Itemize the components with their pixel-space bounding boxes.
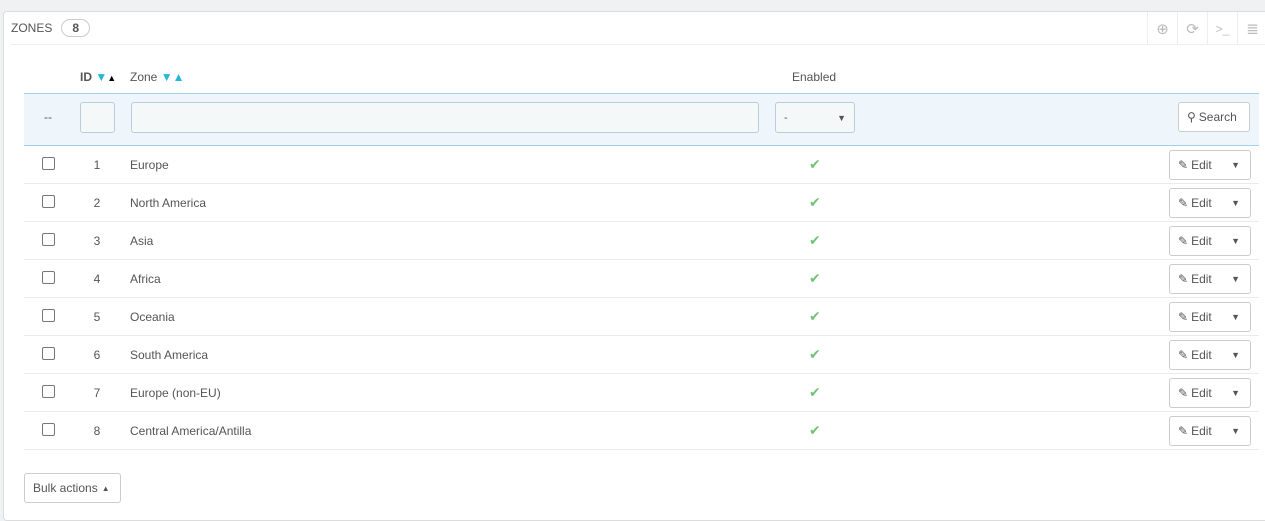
pencil-icon: ✎ [1178,158,1189,172]
row-zone: North America [130,196,207,210]
pencil-icon: ✎ [1178,386,1189,400]
filter-dash: -- [44,110,52,124]
export-database-icon[interactable]: ≣ [1237,12,1265,45]
edit-button[interactable]: ✎ Edit ▼ [1169,264,1251,294]
row-checkbox[interactable] [42,423,55,436]
caret-down-icon[interactable]: ▼ [1231,312,1240,322]
sql-query-icon[interactable]: >_ [1207,12,1237,45]
edit-button[interactable]: ✎ Edit ▼ [1169,340,1251,370]
check-icon[interactable]: ✔ [809,194,821,211]
sort-desc-icon[interactable]: ▼▲ [161,70,185,84]
search-button[interactable]: ⚲ Search [1178,102,1250,132]
table-row: 7 Europe (non-EU) ✔ ✎ Edit ▼ [24,374,1259,412]
row-checkbox[interactable] [42,347,55,360]
edit-button[interactable]: ✎ Edit ▼ [1169,302,1251,332]
row-id: 4 [93,272,101,286]
caret-down-icon[interactable]: ▼ [1231,236,1240,246]
row-zone: Asia [130,234,154,248]
row-id: 5 [93,310,101,324]
row-checkbox[interactable] [42,385,55,398]
row-id: 7 [93,386,101,400]
row-checkbox[interactable] [42,233,55,246]
caret-down-icon[interactable]: ▼ [1231,274,1240,284]
table-row: 5 Oceania ✔ ✎ Edit ▼ [24,298,1259,336]
check-icon[interactable]: ✔ [809,422,821,439]
row-id: 6 [93,348,101,362]
search-icon: ⚲ [1187,110,1196,124]
table-row: 2 North America ✔ ✎ Edit ▼ [24,184,1259,222]
check-icon[interactable]: ✔ [809,308,821,325]
count-badge: 8 [61,19,91,37]
row-zone: Oceania [130,310,175,324]
enabled-filter-select[interactable]: - ▼ [775,102,855,133]
pencil-icon: ✎ [1178,196,1189,210]
caret-up-icon: ▲ [101,483,110,493]
sort-desc-icon[interactable]: ▼ [95,70,107,84]
column-zone: Zone [130,70,158,84]
pencil-icon: ✎ [1178,424,1189,438]
id-filter-input[interactable] [80,102,115,133]
edit-button[interactable]: ✎ Edit ▼ [1169,188,1251,218]
caret-down-icon[interactable]: ▼ [1231,350,1240,360]
check-icon[interactable]: ✔ [809,270,821,287]
row-zone: Africa [130,272,161,286]
filter-row: -- - ▼ ⚲ Search [24,93,1259,146]
bulk-actions-button[interactable]: Bulk actions ▲ [24,473,121,503]
pencil-icon: ✎ [1178,348,1189,362]
row-zone: Europe [130,158,169,172]
panel-title: Zones [11,21,53,35]
row-id: 8 [93,424,101,438]
check-icon[interactable]: ✔ [809,384,821,401]
edit-button[interactable]: ✎ Edit ▼ [1169,226,1251,256]
caret-down-icon[interactable]: ▼ [1231,426,1240,436]
row-checkbox[interactable] [42,271,55,284]
pencil-icon: ✎ [1178,272,1189,286]
refresh-icon[interactable]: ⟳ [1177,12,1207,45]
panel-header: Zones 8 [11,12,1265,45]
column-id: ID [80,70,92,84]
zone-filter-input[interactable] [131,102,759,133]
zones-panel: Zones 8 ⊕ ⟳ >_ ≣ ID ▼▲ Zone ▼▲ Enabled -… [3,11,1265,521]
pencil-icon: ✎ [1178,310,1189,324]
row-id: 1 [93,158,101,172]
row-id: 3 [93,234,101,248]
column-enabled: Enabled [792,70,837,84]
table-header: ID ▼▲ Zone ▼▲ Enabled [24,62,1259,92]
row-zone: Central America/Antilla [130,424,252,438]
add-new-icon[interactable]: ⊕ [1147,12,1177,45]
check-icon[interactable]: ✔ [809,232,821,249]
chevron-down-icon: ▼ [837,112,846,123]
edit-button[interactable]: ✎ Edit ▼ [1169,416,1251,446]
table-row: 6 South America ✔ ✎ Edit ▼ [24,336,1259,374]
table-row: 1 Europe ✔ ✎ Edit ▼ [24,146,1259,184]
pencil-icon: ✎ [1178,234,1189,248]
row-zone: Europe (non-EU) [130,386,221,400]
edit-button[interactable]: ✎ Edit ▼ [1169,150,1251,180]
row-checkbox[interactable] [42,195,55,208]
row-checkbox[interactable] [42,157,55,170]
check-icon[interactable]: ✔ [809,346,821,363]
caret-down-icon[interactable]: ▼ [1231,388,1240,398]
table-row: 3 Asia ✔ ✎ Edit ▼ [24,222,1259,260]
row-checkbox[interactable] [42,309,55,322]
caret-down-icon[interactable]: ▼ [1231,160,1240,170]
row-zone: South America [130,348,209,362]
table-row: 4 Africa ✔ ✎ Edit ▼ [24,260,1259,298]
row-id: 2 [93,196,101,210]
edit-button[interactable]: ✎ Edit ▼ [1169,378,1251,408]
table-row: 8 Central America/Antilla ✔ ✎ Edit ▼ [24,412,1259,450]
sort-asc-icon[interactable]: ▲ [107,73,116,83]
caret-down-icon[interactable]: ▼ [1231,198,1240,208]
check-icon[interactable]: ✔ [809,156,821,173]
